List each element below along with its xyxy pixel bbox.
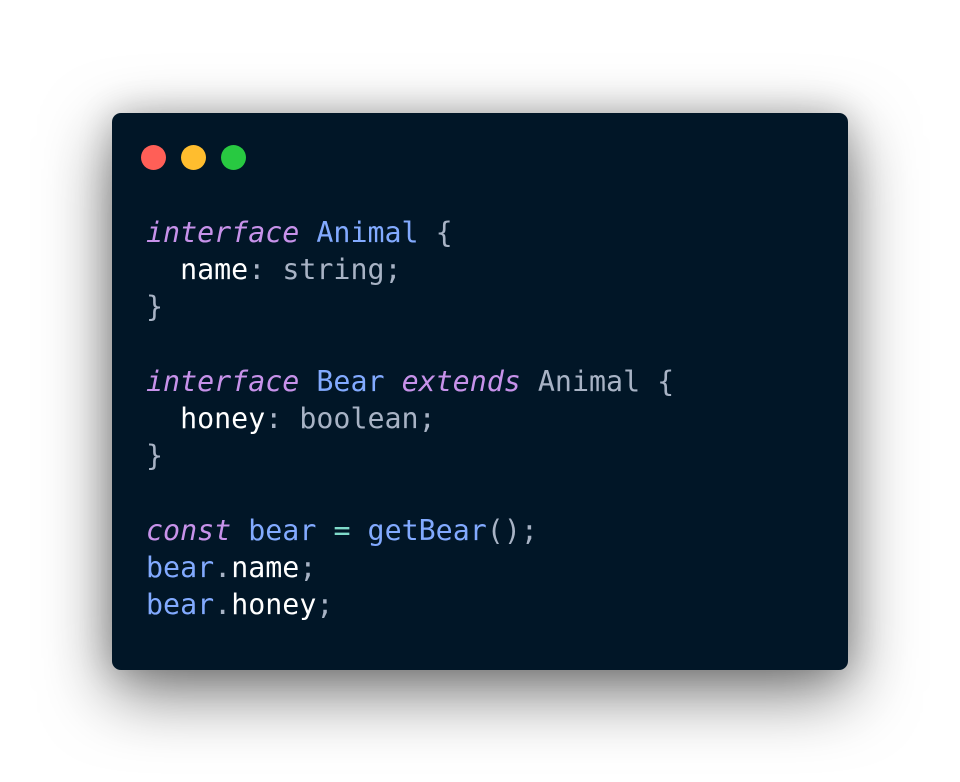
code-token: ; [384, 253, 402, 287]
code-line: interface Bear extends Animal { [146, 363, 674, 400]
code-token: . [214, 587, 232, 621]
code-line: } [146, 437, 674, 474]
code-token: interface [146, 216, 300, 249]
code-token: honey [180, 401, 266, 435]
code-line: bear.honey; [146, 586, 674, 623]
close-button[interactable] [141, 145, 166, 170]
code-token: bear [146, 550, 215, 584]
code-line: bear.name; [146, 549, 674, 586]
code-token: name [180, 253, 249, 287]
code-token: = [333, 513, 351, 547]
code-token: getBear [367, 513, 487, 547]
code-line: } [146, 288, 674, 325]
code-token: : [248, 253, 283, 287]
code-token: extends [401, 364, 521, 398]
code-token: Animal [537, 364, 641, 398]
code-line: name: string; [146, 251, 674, 288]
code-line: const bear = getBear(); [146, 512, 674, 549]
code-token: : [265, 401, 300, 435]
code-token: } [146, 290, 164, 324]
screenshot-canvas: interface Animal { name: string;} interfa… [0, 0, 960, 782]
code-token: { [640, 364, 675, 398]
code-token: honey [231, 587, 317, 621]
code-token: Bear [316, 364, 385, 398]
code-token: name [231, 550, 300, 584]
code-editor[interactable]: interface Animal { name: string;} interfa… [146, 214, 674, 623]
window-controls [141, 145, 246, 170]
code-token: bear [146, 587, 215, 621]
code-token: ; [418, 401, 436, 435]
code-token: (); [486, 513, 538, 547]
code-token: interface [146, 364, 300, 398]
code-token: const [146, 513, 232, 547]
code-token: { [418, 216, 453, 249]
code-token: ; [316, 587, 334, 621]
code-token: string [282, 253, 385, 287]
code-token: bear [248, 513, 317, 547]
code-token: . [214, 550, 232, 584]
code-line: honey: boolean; [146, 400, 674, 437]
code-token: Animal [316, 216, 419, 249]
code-token: ; [299, 550, 317, 584]
zoom-button[interactable] [221, 145, 246, 170]
code-token: } [146, 439, 164, 473]
code-token: boolean [299, 401, 419, 435]
code-line: interface Animal { [146, 214, 674, 251]
minimize-button[interactable] [181, 145, 206, 170]
code-window: interface Animal { name: string;} interfa… [112, 113, 848, 670]
